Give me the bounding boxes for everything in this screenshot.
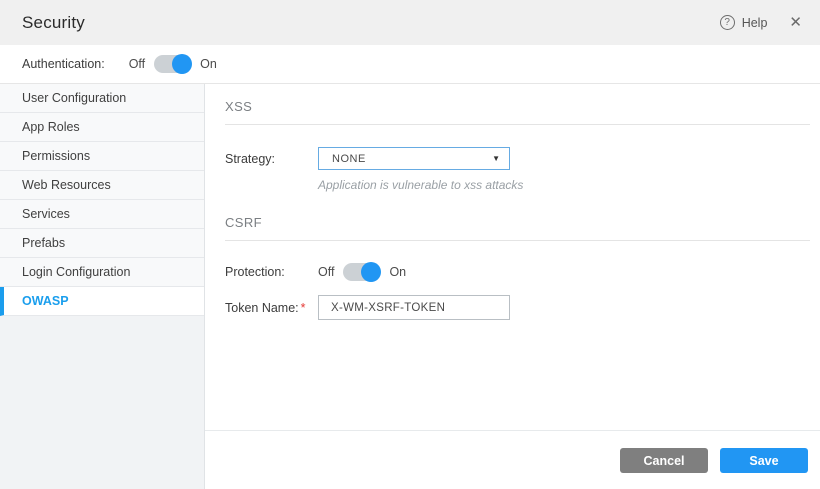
- toggle-on-label: On: [200, 57, 217, 71]
- sidebar-item-owasp[interactable]: OWASP: [0, 287, 204, 316]
- sidebar-item-web-resources[interactable]: Web Resources: [0, 171, 204, 200]
- toggle-off-label: Off: [318, 265, 334, 279]
- token-name-input[interactable]: [318, 295, 510, 320]
- strategy-select[interactable]: NONE ▼: [318, 147, 510, 170]
- footer-actions: Cancel Save: [205, 430, 820, 489]
- authentication-row: Authentication: Off On: [0, 45, 820, 84]
- sidebar-item-permissions[interactable]: Permissions: [0, 142, 204, 171]
- chevron-down-icon: ▼: [492, 154, 500, 163]
- sidebar: User Configuration App Roles Permissions…: [0, 84, 205, 489]
- xss-section-title: XSS: [225, 99, 810, 125]
- toggle-off-label: Off: [129, 57, 145, 71]
- sidebar-item-app-roles[interactable]: App Roles: [0, 113, 204, 142]
- dialog-body: User Configuration App Roles Permissions…: [0, 84, 820, 489]
- save-button[interactable]: Save: [720, 448, 808, 473]
- close-icon[interactable]: ✕: [789, 15, 802, 30]
- token-name-label-text: Token Name:: [225, 301, 299, 315]
- switch-knob: [361, 262, 381, 282]
- authentication-toggle: Off On: [129, 55, 217, 73]
- required-asterisk: *: [301, 301, 306, 315]
- toggle-on-label: On: [389, 265, 406, 279]
- titlebar: Security ? Help ✕: [0, 0, 820, 45]
- security-dialog: Security ? Help ✕ Authentication: Off On…: [0, 0, 820, 489]
- authentication-label: Authentication:: [22, 57, 105, 71]
- protection-switch[interactable]: [343, 263, 380, 281]
- strategy-helper-row: Application is vulnerable to xss attacks: [318, 176, 810, 194]
- help-icon: ?: [720, 15, 735, 30]
- strategy-label: Strategy:: [225, 152, 318, 166]
- protection-row: Protection: Off On: [225, 263, 810, 281]
- sidebar-item-user-configuration[interactable]: User Configuration: [0, 84, 204, 113]
- protection-toggle: Off On: [318, 263, 406, 281]
- strategy-row: Strategy: NONE ▼: [225, 147, 810, 170]
- authentication-switch[interactable]: [154, 55, 191, 73]
- token-name-row: Token Name:*: [225, 295, 810, 320]
- protection-label: Protection:: [225, 265, 318, 279]
- strategy-selected-value: NONE: [332, 153, 366, 165]
- cancel-button[interactable]: Cancel: [620, 448, 708, 473]
- sidebar-item-prefabs[interactable]: Prefabs: [0, 229, 204, 258]
- page-title: Security: [22, 13, 85, 33]
- csrf-section-title: CSRF: [225, 215, 810, 241]
- switch-knob: [172, 54, 192, 74]
- sidebar-item-services[interactable]: Services: [0, 200, 204, 229]
- xss-warning-text: Application is vulnerable to xss attacks: [318, 178, 523, 192]
- help-label: Help: [742, 16, 768, 30]
- help-button[interactable]: ? Help: [720, 15, 768, 30]
- sidebar-item-login-configuration[interactable]: Login Configuration: [0, 258, 204, 287]
- token-name-label: Token Name:*: [225, 301, 318, 315]
- owasp-panel: XSS Strategy: NONE ▼ Application is vuln…: [205, 84, 820, 489]
